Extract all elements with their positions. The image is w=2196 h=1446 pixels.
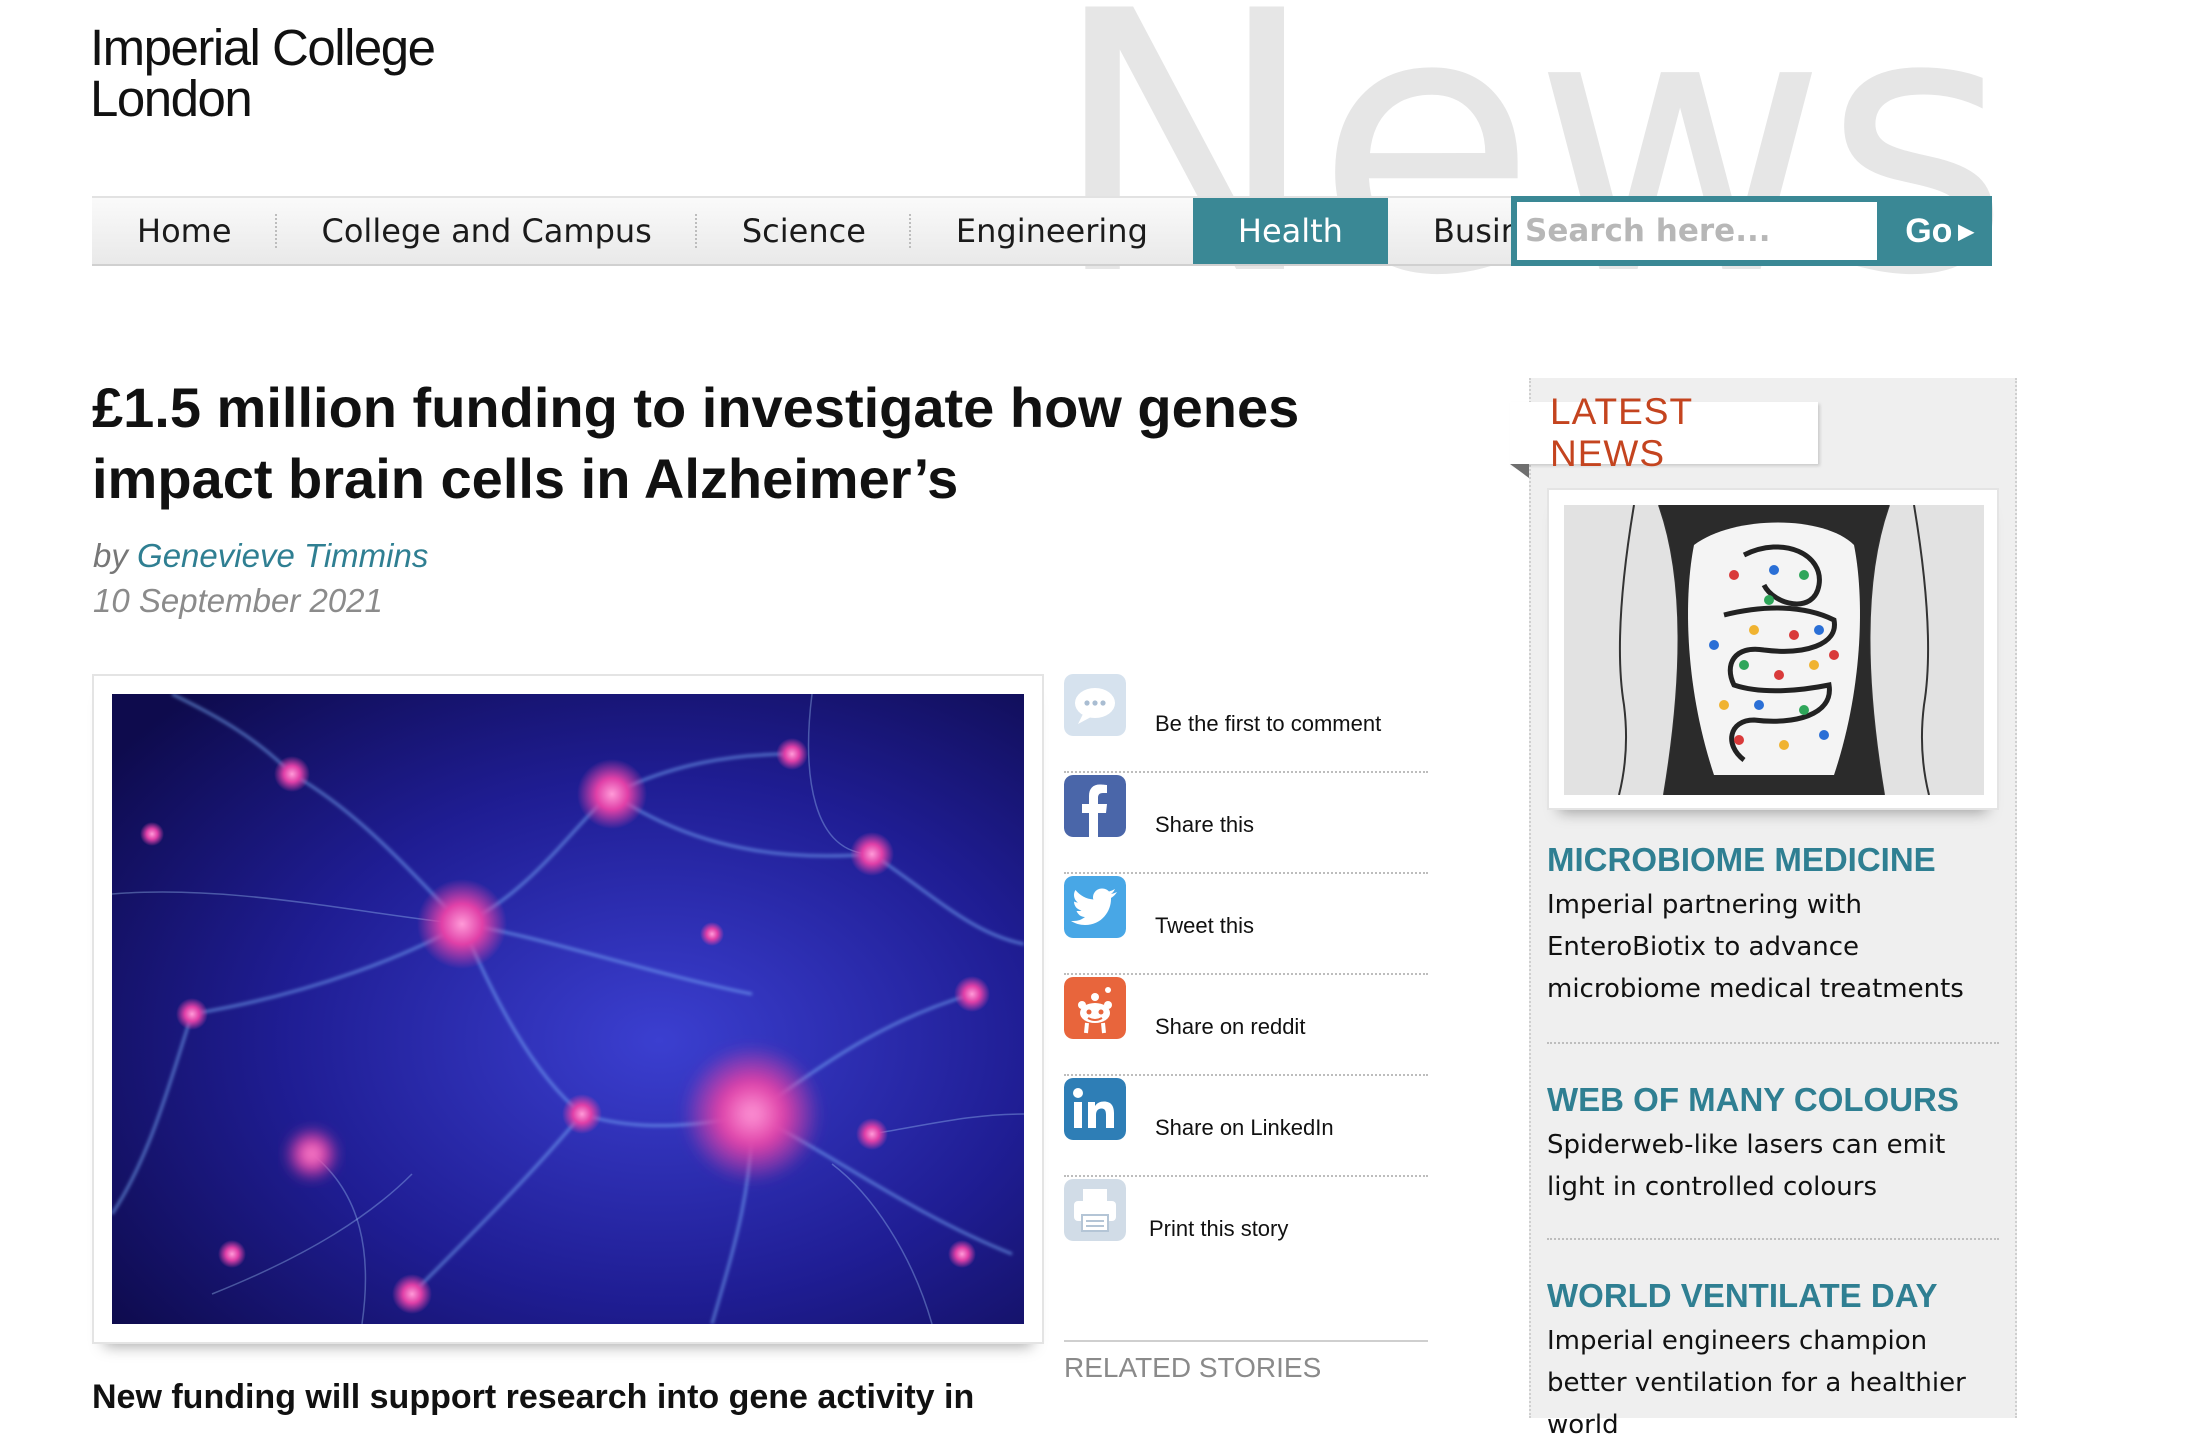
nav-item-college-and-campus[interactable]: College and Campus bbox=[277, 198, 698, 264]
linkedin-icon bbox=[1064, 1078, 1126, 1140]
share-row-facebook[interactable]: Share this bbox=[1064, 775, 1428, 874]
twitter-icon bbox=[1064, 876, 1126, 938]
news-item-title: WORLD VENTILATE DAY bbox=[1547, 1277, 1938, 1314]
news-item-description: Imperial engineers champion better venti… bbox=[1547, 1326, 1966, 1440]
logo-line-2: London bbox=[90, 70, 253, 127]
share-twitter-label: Tweet this bbox=[1155, 913, 1255, 938]
nav-item-engineering[interactable]: Engineering bbox=[911, 198, 1193, 264]
news-item-description: Imperial partnering with EnteroBiotix to… bbox=[1547, 890, 1964, 1004]
share-row-print[interactable]: Print this story bbox=[1064, 1179, 1428, 1276]
share-print-label: Print this story bbox=[1149, 1216, 1289, 1241]
nav-item-health[interactable]: Health bbox=[1192, 198, 1388, 264]
byline-prefix: by bbox=[93, 537, 128, 574]
nav-item-home[interactable]: Home bbox=[92, 198, 277, 264]
search-box: Go ▶ bbox=[1511, 196, 1992, 266]
latest-news-item[interactable]: WEB OF MANY COLOURS Spiderweb-like laser… bbox=[1547, 1080, 1999, 1240]
share-row-comment[interactable]: Be the first to comment bbox=[1064, 674, 1428, 773]
latest-news-item[interactable]: MICROBIOME MEDICINE Imperial partnering … bbox=[1547, 840, 1999, 1044]
related-stories-heading: RELATED STORIES bbox=[1064, 1340, 1428, 1384]
article-headline: £1.5 million funding to investigate how … bbox=[92, 376, 1300, 510]
article-lede: New funding will support research into g… bbox=[92, 1378, 975, 1416]
share-list: Be the first to comment Share this Tweet… bbox=[1064, 674, 1428, 1278]
share-row-twitter[interactable]: Tweet this bbox=[1064, 876, 1428, 975]
latest-news-item[interactable]: WORLD VENTILATE DAY Imperial engineers c… bbox=[1547, 1276, 1999, 1440]
article-image-frame bbox=[92, 674, 1044, 1344]
logo-line-1: Imperial College bbox=[90, 19, 436, 76]
share-row-reddit[interactable]: Share on reddit bbox=[1064, 977, 1428, 1076]
share-linkedin-label: Share on LinkedIn bbox=[1155, 1115, 1334, 1140]
article-date: 10 September 2021 bbox=[93, 582, 383, 619]
comment-icon bbox=[1064, 674, 1126, 736]
reddit-icon bbox=[1064, 977, 1126, 1039]
nav-item-science[interactable]: Science bbox=[697, 198, 911, 264]
share-comment-label: Be the first to comment bbox=[1155, 711, 1382, 736]
news-item-title: MICROBIOME MEDICINE bbox=[1547, 841, 1936, 878]
search-go-button[interactable]: Go ▶ bbox=[1887, 196, 1992, 266]
latest-news-heading: LATEST NEWS bbox=[1550, 391, 1693, 474]
article-byline: by Genevieve Timmins bbox=[93, 537, 428, 575]
tab-fold-decoration bbox=[1510, 464, 1529, 478]
microbiome-illustration bbox=[1564, 505, 1984, 795]
play-arrow-icon: ▶ bbox=[1958, 220, 1974, 243]
author-link[interactable]: Genevieve Timmins bbox=[137, 537, 428, 574]
news-item-title: WEB OF MANY COLOURS bbox=[1547, 1081, 1959, 1118]
share-reddit-label: Share on reddit bbox=[1155, 1014, 1306, 1039]
share-row-linkedin[interactable]: Share on LinkedIn bbox=[1064, 1078, 1428, 1177]
news-section-watermark: News bbox=[1050, 0, 2011, 354]
search-input[interactable] bbox=[1517, 202, 1877, 260]
neurons-image bbox=[112, 694, 1024, 1324]
printer-icon bbox=[1064, 1179, 1126, 1241]
go-label: Go bbox=[1905, 211, 1953, 250]
imperial-college-logo[interactable]: Imperial College London bbox=[90, 19, 436, 127]
share-facebook-label: Share this bbox=[1155, 812, 1255, 837]
latest-news-feature-image-card[interactable] bbox=[1547, 488, 1999, 810]
facebook-icon bbox=[1064, 775, 1126, 837]
news-item-description: Spiderweb-like lasers can emit light in … bbox=[1547, 1130, 1946, 1202]
latest-news-tab: LATEST NEWS bbox=[1510, 391, 1818, 474]
